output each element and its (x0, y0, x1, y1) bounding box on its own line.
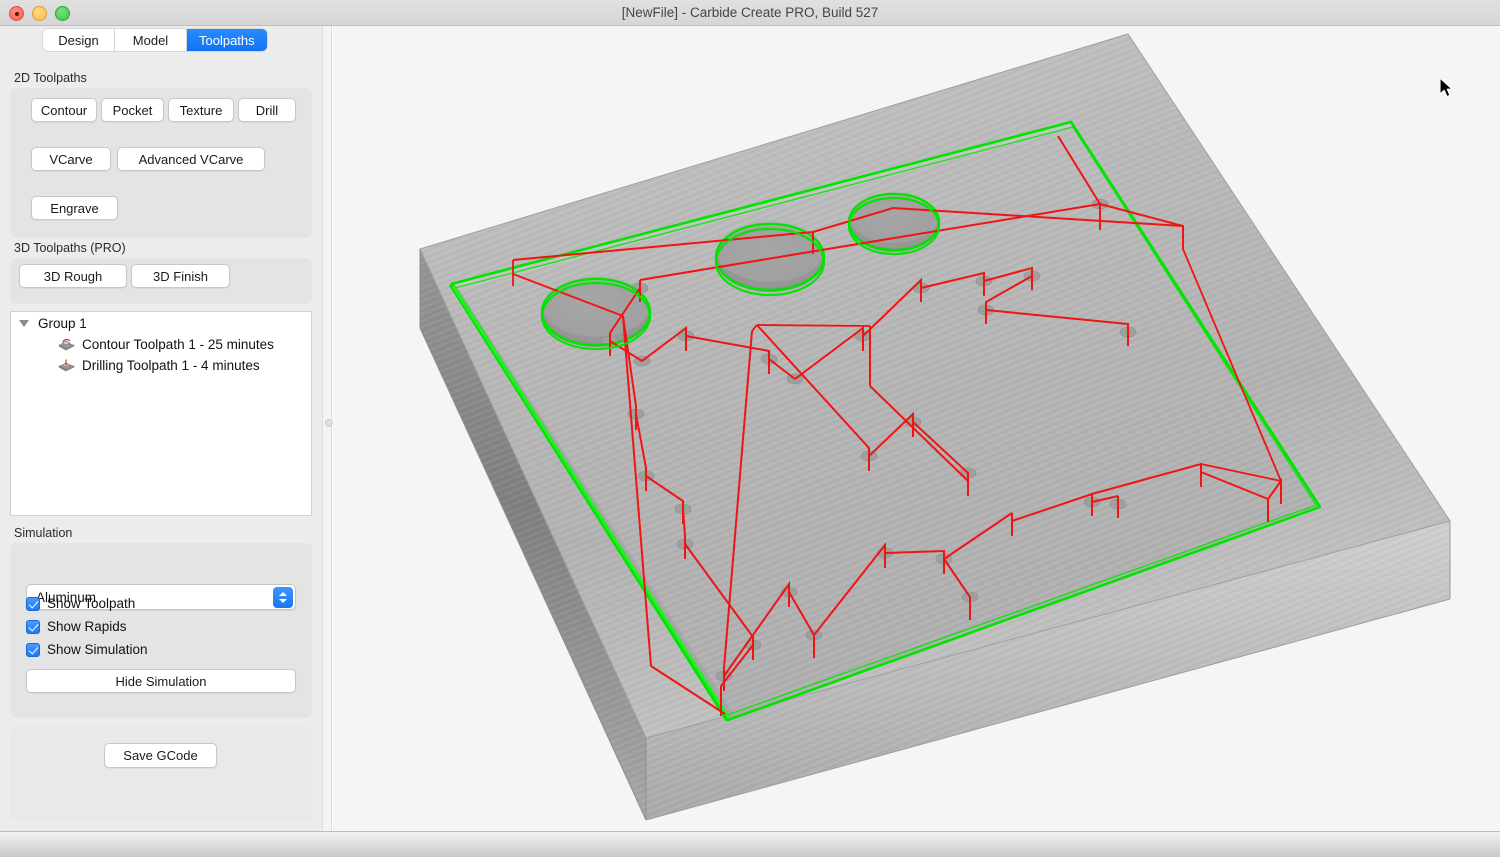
contour-button[interactable]: Contour (31, 98, 97, 122)
checkbox-checked-icon[interactable] (26, 597, 40, 611)
toolpath-group-label: Group 1 (38, 316, 87, 331)
toolpath-group-row[interactable]: Group 1 (11, 312, 311, 334)
tab-toolpaths[interactable]: Toolpaths (187, 29, 267, 51)
panel-splitter[interactable] (322, 26, 332, 831)
simulation-canvas (333, 26, 1500, 831)
3d-simulation-viewport[interactable] (333, 26, 1500, 831)
section-label-3d-toolpaths: 3D Toolpaths (PRO) (14, 241, 126, 255)
toolpath-item-label: Contour Toolpath 1 - 25 minutes (82, 337, 274, 352)
toolpath-list-item[interactable]: Contour Toolpath 1 - 25 minutes (11, 334, 311, 355)
checkbox-checked-icon[interactable] (26, 643, 40, 657)
show-simulation-label: Show Simulation (47, 642, 148, 657)
drilling-toolpath-icon (57, 358, 76, 373)
section-label-simulation: Simulation (14, 526, 72, 540)
pocket-button[interactable]: Pocket (101, 98, 164, 122)
section-box-export (10, 726, 312, 821)
title-bar: [NewFile] - Carbide Create PRO, Build 52… (0, 0, 1500, 26)
section-label-2d-toolpaths: 2D Toolpaths (14, 71, 87, 85)
status-bar (0, 831, 1500, 857)
splitter-handle-icon[interactable] (325, 419, 333, 427)
tab-model[interactable]: Model (115, 29, 187, 51)
tab-design[interactable]: Design (43, 29, 115, 51)
checkbox-checked-icon[interactable] (26, 620, 40, 634)
left-panel: Design Model Toolpaths 2D Toolpaths Cont… (0, 26, 322, 831)
show-rapids-label: Show Rapids (47, 619, 127, 634)
toolpath-list-item[interactable]: Drilling Toolpath 1 - 4 minutes (11, 355, 311, 376)
chevron-updown-icon[interactable] (273, 587, 293, 608)
3d-rough-button[interactable]: 3D Rough (19, 264, 127, 288)
drill-button[interactable]: Drill (238, 98, 296, 122)
advanced-vcarve-button[interactable]: Advanced VCarve (117, 147, 265, 171)
disclosure-triangle-icon[interactable] (19, 320, 29, 327)
show-toolpath-checkbox-row[interactable]: Show Toolpath (26, 596, 135, 611)
3d-finish-button[interactable]: 3D Finish (131, 264, 230, 288)
show-rapids-checkbox-row[interactable]: Show Rapids (26, 619, 127, 634)
engrave-button[interactable]: Engrave (31, 196, 118, 220)
window-title: [NewFile] - Carbide Create PRO, Build 52… (0, 0, 1500, 26)
show-toolpath-label: Show Toolpath (47, 596, 135, 611)
application-window: [NewFile] - Carbide Create PRO, Build 52… (0, 0, 1500, 857)
contour-toolpath-icon (57, 337, 76, 352)
toolpath-item-label: Drilling Toolpath 1 - 4 minutes (82, 358, 260, 373)
show-simulation-checkbox-row[interactable]: Show Simulation (26, 642, 148, 657)
toolpath-list[interactable]: Group 1 Contour Toolpath 1 - 25 minutes (10, 311, 312, 516)
hide-simulation-button[interactable]: Hide Simulation (26, 669, 296, 693)
mode-tab-bar: Design Model Toolpaths (43, 29, 267, 51)
save-gcode-button[interactable]: Save GCode (104, 743, 217, 768)
vcarve-button[interactable]: VCarve (31, 147, 111, 171)
texture-button[interactable]: Texture (168, 98, 234, 122)
mouse-cursor (1440, 78, 1456, 105)
